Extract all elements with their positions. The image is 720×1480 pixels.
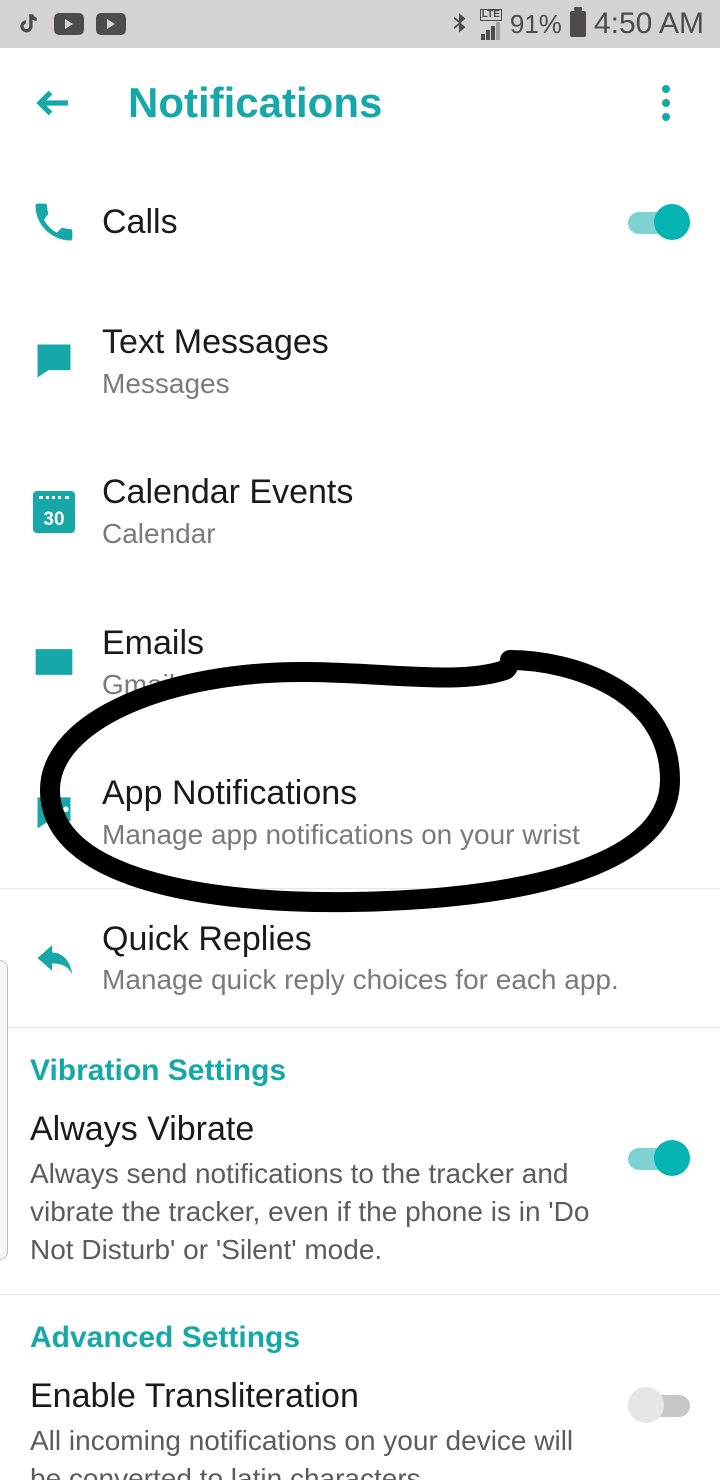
item-quick-replies[interactable]: Quick Replies Manage quick reply choices… <box>0 889 720 1027</box>
chat-icon <box>30 337 78 385</box>
item-calendar-title: Calendar Events <box>102 472 690 513</box>
toggle-always-vibrate[interactable] <box>628 1140 690 1176</box>
tiktok-icon <box>16 11 42 37</box>
app-bar: Notifications <box>0 48 720 158</box>
item-transliteration[interactable]: Enable Transliteration All incoming noti… <box>30 1377 690 1480</box>
item-calls-title: Calls <box>102 202 628 243</box>
lte-indicator: LTE <box>480 9 502 21</box>
item-calendar[interactable]: 30 Calendar Events Calendar <box>0 436 720 586</box>
toggle-transliteration[interactable] <box>628 1387 690 1423</box>
always-vibrate-sub: Always send notifications to the tracker… <box>30 1155 608 1268</box>
notification-list: Calls Text Messages Messages 30 Calendar… <box>0 158 720 1480</box>
transliteration-title: Enable Transliteration <box>30 1377 608 1416</box>
item-text-title: Text Messages <box>102 322 690 363</box>
item-replies-title: Quick Replies <box>102 919 690 960</box>
item-always-vibrate[interactable]: Always Vibrate Always send notifications… <box>30 1110 690 1268</box>
calendar-icon-text: 30 <box>43 509 64 531</box>
transliteration-sub: All incoming notifications on your devic… <box>30 1422 608 1480</box>
reply-icon <box>30 934 78 982</box>
section-advanced: Advanced Settings Enable Transliteration… <box>0 1295 720 1480</box>
mail-icon <box>30 638 78 686</box>
item-emails[interactable]: Emails Gmail <box>0 587 720 737</box>
item-emails-title: Emails <box>102 623 690 664</box>
item-text-sub: Messages <box>102 367 690 401</box>
youtube-icon <box>96 13 126 35</box>
back-button[interactable] <box>30 79 78 127</box>
item-appnotif-sub: Manage app notifications on your wrist <box>102 818 690 852</box>
status-bar: LTE 91% 4:50 AM <box>0 0 720 48</box>
section-vibration: Vibration Settings Always Vibrate Always… <box>0 1028 720 1294</box>
always-vibrate-title: Always Vibrate <box>30 1110 608 1149</box>
toggle-calls[interactable] <box>628 204 690 240</box>
battery-icon <box>570 11 586 37</box>
advanced-header: Advanced Settings <box>30 1321 690 1355</box>
arrow-left-icon <box>33 82 75 124</box>
overflow-menu-button[interactable] <box>642 79 690 127</box>
dots-bubble-icon <box>30 788 78 836</box>
item-text-messages[interactable]: Text Messages Messages <box>0 286 720 436</box>
bluetooth-icon <box>446 11 472 37</box>
item-emails-sub: Gmail <box>102 668 690 702</box>
item-app-notifications[interactable]: App Notifications Manage app notificatio… <box>0 737 720 887</box>
battery-percent: 91% <box>510 9 562 40</box>
vibration-header: Vibration Settings <box>30 1054 690 1088</box>
calendar-icon: 30 <box>30 488 78 536</box>
item-calls[interactable]: Calls <box>0 158 720 286</box>
item-calendar-sub: Calendar <box>102 517 690 551</box>
youtube-icon <box>54 13 84 35</box>
phone-icon <box>30 198 78 246</box>
item-replies-sub: Manage quick reply choices for each app. <box>102 963 690 997</box>
clock: 4:50 AM <box>594 7 704 41</box>
page-title: Notifications <box>128 79 642 127</box>
scroll-handle[interactable] <box>0 960 8 1260</box>
item-appnotif-title: App Notifications <box>102 773 690 814</box>
signal-icon <box>481 22 500 40</box>
